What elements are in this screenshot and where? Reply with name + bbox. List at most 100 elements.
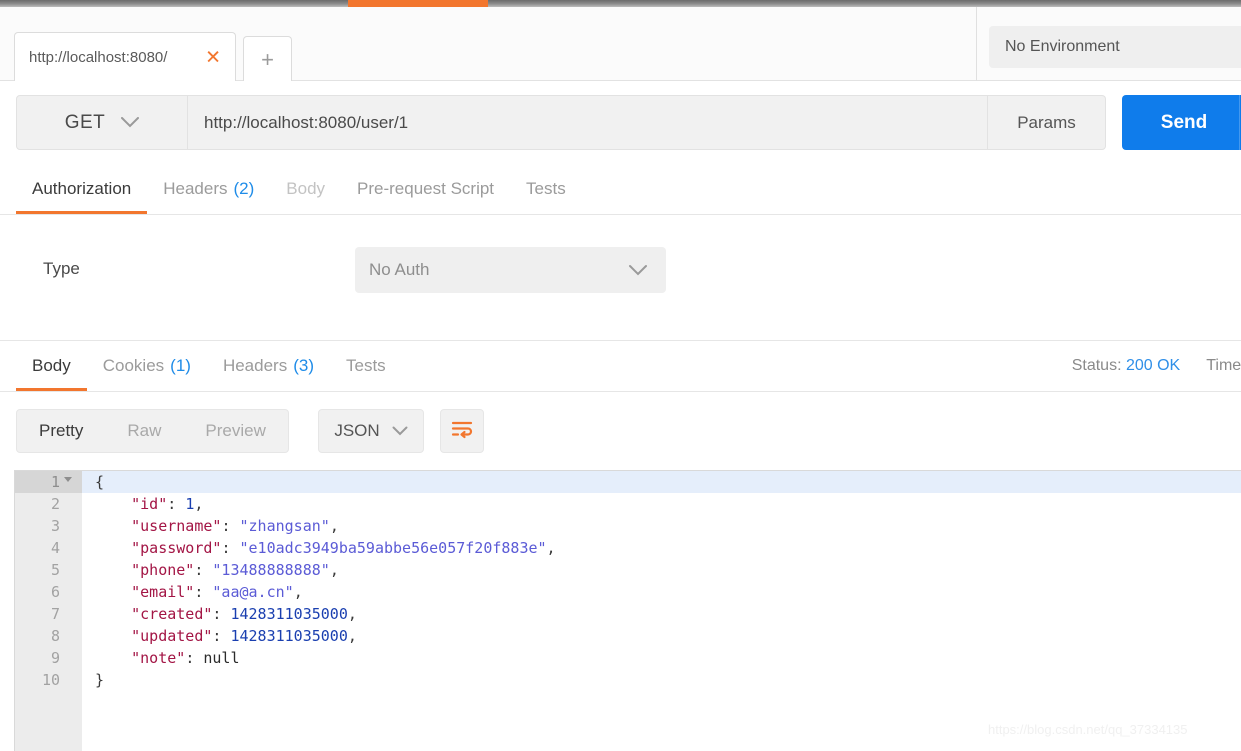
url-value: http://localhost:8080/user/1: [204, 112, 409, 132]
token-p: :: [212, 605, 231, 623]
token-p: {: [95, 473, 105, 491]
code-line-text: "password": "e10adc3949ba59abbe56e057f20…: [95, 537, 555, 559]
tab-bar: http://localhost:8080/ ✕ + No Environmen…: [0, 7, 1241, 82]
response-tab-headers[interactable]: Headers (3): [207, 341, 330, 391]
word-wrap-icon: [450, 419, 474, 444]
tab-pre-request-script[interactable]: Pre-request Script: [341, 164, 510, 214]
url-row: GET http://localhost:8080/user/1 Params …: [0, 81, 1241, 164]
tab-tests-label: Tests: [526, 179, 566, 198]
tab-body[interactable]: Body: [270, 164, 341, 214]
token-n: 1: [185, 495, 195, 513]
tab-headers-label: Headers: [163, 179, 228, 198]
request-tab-label: http://localhost:8080/: [29, 49, 168, 66]
token-k: "note": [131, 649, 186, 667]
http-method-selector[interactable]: GET: [16, 95, 188, 150]
response-tab-cookies-label: Cookies: [102, 356, 165, 375]
code-line: 4 "password": "e10adc3949ba59abbe56e057f…: [15, 537, 1241, 559]
word-wrap-button[interactable]: [440, 409, 484, 453]
token-s: "aa@a.cn": [212, 583, 294, 601]
send-label: Send: [1160, 111, 1208, 133]
code-line-text: {: [95, 471, 104, 493]
request-tab[interactable]: http://localhost:8080/ ✕: [14, 32, 236, 82]
auth-type-label: Type: [43, 259, 80, 278]
code-line: 10}: [15, 669, 1241, 691]
view-mode-group: Pretty Raw Preview: [16, 409, 289, 453]
response-tab-headers-count: (3): [293, 356, 314, 375]
code-line-text: "id": 1,: [95, 493, 203, 515]
view-mode-raw[interactable]: Raw: [105, 410, 183, 452]
plus-icon: +: [261, 46, 274, 72]
environment-selector[interactable]: No Environment: [989, 26, 1241, 68]
code-line: 6 "email": "aa@a.cn",: [15, 581, 1241, 603]
token-k: "created": [131, 605, 213, 623]
response-tab-tests[interactable]: Tests: [330, 341, 402, 391]
token-k: "username": [131, 517, 222, 535]
token-k: "email": [131, 583, 195, 601]
response-tab-tests-label: Tests: [346, 356, 386, 375]
line-number: 5: [50, 561, 60, 579]
code-line: 3 "username": "zhangsan",: [15, 515, 1241, 537]
response-body-viewer[interactable]: 1{2 "id": 1, 3 "username": "zhangsan", 4 "…: [14, 470, 1241, 751]
response-tab-body[interactable]: Body: [16, 341, 87, 391]
token-k: "updated": [131, 627, 213, 645]
token-p: :: [185, 649, 204, 667]
line-number: 1: [15, 471, 82, 493]
response-tab-cookies[interactable]: Cookies (1): [87, 341, 207, 391]
token-p: ,: [293, 583, 303, 601]
code-line-text: "created": 1428311035000,: [95, 603, 357, 625]
code-line: 2 "id": 1,: [15, 493, 1241, 515]
token-p: :: [194, 583, 213, 601]
code-line: 7 "created": 1428311035000,: [15, 603, 1241, 625]
line-number: 8: [50, 627, 60, 645]
auth-type-select[interactable]: No Auth: [355, 247, 666, 293]
tab-authorization-label: Authorization: [32, 179, 132, 198]
code-line: 9 "note": null: [15, 647, 1241, 669]
format-selector[interactable]: JSON: [318, 409, 424, 453]
code-line-text: "phone": "13488888888",: [95, 559, 339, 581]
line-number: 9: [50, 649, 60, 667]
code-line: 1{: [15, 471, 1241, 493]
top-progress-strip: [0, 0, 1241, 7]
response-view-toolbar: Pretty Raw Preview JSON: [0, 392, 1241, 470]
tab-tests[interactable]: Tests: [510, 164, 582, 214]
close-icon[interactable]: ✕: [205, 48, 221, 67]
url-input[interactable]: http://localhost:8080/user/1: [188, 95, 988, 150]
params-button[interactable]: Params: [988, 95, 1106, 150]
tab-headers-count: (2): [233, 179, 255, 198]
format-label: JSON: [334, 421, 380, 440]
line-number: 2: [50, 495, 60, 513]
token-p: :: [194, 561, 213, 579]
view-mode-preview[interactable]: Preview: [183, 410, 287, 452]
tab-headers[interactable]: Headers (2): [147, 164, 270, 214]
tab-authorization[interactable]: Authorization: [16, 164, 148, 214]
token-nu: null: [203, 649, 240, 667]
code-line-text: "email": "aa@a.cn",: [95, 581, 303, 603]
code-line-text: "updated": 1428311035000,: [95, 625, 357, 647]
status-value[interactable]: 200 OK: [1126, 357, 1180, 374]
view-mode-pretty[interactable]: Pretty: [17, 410, 105, 452]
token-s: "zhangsan": [239, 517, 330, 535]
json-code-block: 1{2 "id": 1, 3 "username": "zhangsan", 4 "…: [15, 471, 1241, 751]
chevron-down-icon: [628, 264, 648, 276]
new-tab-button[interactable]: +: [243, 36, 292, 82]
code-line-text: "note": null: [95, 647, 240, 669]
token-n: 1428311035000: [230, 605, 348, 623]
progress-indicator: [348, 0, 488, 7]
authorization-panel: Type No Auth: [0, 215, 1241, 341]
response-tab-body-label: Body: [32, 356, 71, 375]
chevron-down-icon: [121, 117, 140, 128]
token-n: 1428311035000: [230, 627, 348, 645]
tab-body-label: Body: [286, 179, 326, 198]
fold-triangle-icon[interactable]: [64, 477, 72, 482]
line-number: 6: [50, 583, 60, 601]
token-p: :: [212, 627, 231, 645]
code-line: 5 "phone": "13488888888",: [15, 559, 1241, 581]
line-number: 3: [50, 517, 60, 535]
send-split-divider: [1239, 95, 1240, 150]
token-k: "phone": [131, 561, 195, 579]
tab-pre-request-script-label: Pre-request Script: [357, 179, 495, 198]
send-button[interactable]: Send: [1122, 95, 1241, 150]
token-k: "id": [131, 495, 168, 513]
auth-type-value: No Auth: [369, 260, 430, 279]
line-number: 7: [50, 605, 60, 623]
